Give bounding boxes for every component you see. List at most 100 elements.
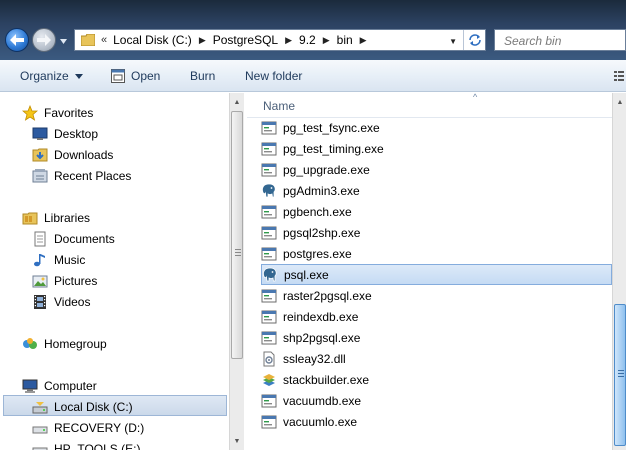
refresh-button[interactable] [463,30,485,50]
exe-icon [261,414,277,430]
breadcrumb-version[interactable]: 9.2 [299,33,316,47]
chevron-right-icon[interactable]: ▶ [323,35,330,46]
new-folder-button[interactable]: New folder [245,69,302,83]
file-name: vacuumlo.exe [283,414,358,429]
file-row[interactable]: pgAdmin3.exe [261,180,612,201]
organize-button[interactable]: Organize [20,69,83,83]
music-note-icon [32,252,48,268]
file-name: raster2pgsql.exe [283,288,372,303]
file-name: pgAdmin3.exe [283,183,360,198]
nav-item-desktop[interactable]: Desktop [32,124,98,144]
nav-item-local-disk[interactable]: Local Disk (C:) [32,397,133,417]
nav-item-hp-tools[interactable]: HP_TOOLS (E:) [32,439,140,450]
file-row[interactable]: raster2pgsql.exe [261,285,612,306]
address-bar[interactable]: « Local Disk (C:) ▶ PostgreSQL ▶ 9.2 ▶ b… [74,29,486,51]
chevron-right-icon[interactable]: ▶ [285,35,292,46]
burn-button[interactable]: Burn [190,69,215,83]
nav-item-homegroup[interactable]: Homegroup [22,334,107,354]
nav-item-music[interactable]: Music [32,250,85,270]
grip-icon [618,370,624,378]
nav-item-recovery[interactable]: RECOVERY (D:) [32,418,144,438]
burn-label: Burn [190,69,216,83]
file-row[interactable]: postgres.exe [261,243,612,264]
forward-button[interactable] [32,28,56,52]
arrow-left-icon [10,34,24,46]
title-bar: « Local Disk (C:) ▶ PostgreSQL ▶ 9.2 ▶ b… [0,0,626,60]
navigation-scrollbar[interactable]: ▲ ▼ [229,93,244,450]
file-row[interactable]: vacuumdb.exe [261,390,612,411]
sort-ascending-icon: ^ [473,93,478,102]
pictures-icon [32,273,48,289]
exe-icon [261,204,277,220]
search-box[interactable]: Search bin [494,29,626,51]
file-row[interactable]: pgbench.exe [261,201,612,222]
back-button[interactable] [5,28,29,52]
file-name: stackbuilder.exe [283,372,370,387]
navigation-pane: Favorites Desktop Downloads Recent Place… [0,93,230,450]
file-row[interactable]: psql.exe [261,264,612,285]
recent-places-icon [32,168,48,184]
nav-item-computer[interactable]: Computer [22,376,97,396]
scroll-up-arrow-icon[interactable]: ▲ [230,95,244,109]
file-name: pg_upgrade.exe [283,162,370,177]
dll-icon [261,351,277,367]
file-row[interactable]: reindexdb.exe [261,306,612,327]
drive-icon [32,441,48,450]
scroll-up-arrow-icon[interactable]: ▲ [613,95,626,109]
nav-item-downloads[interactable]: Downloads [32,145,113,165]
film-strip-icon [32,294,48,310]
column-header-name[interactable]: Name [263,99,295,113]
exe-icon [261,288,277,304]
file-list: ^ Name pg_test_fsync.exe pg_test_timing.e… [247,93,612,450]
breadcrumb-local-disk[interactable]: Local Disk (C:) [113,33,192,47]
search-input[interactable]: Search bin [504,34,561,48]
chevron-right-icon[interactable]: ▶ [360,35,367,46]
nav-item-libraries[interactable]: Libraries [22,208,90,228]
file-row[interactable]: shp2pgsql.exe [261,327,612,348]
arrow-right-icon [37,34,51,46]
open-label: Open [131,69,161,83]
organize-label: Organize [20,69,69,83]
recent-pages-dropdown[interactable] [59,37,67,45]
address-dropdown[interactable]: ▼ [449,37,457,46]
breadcrumb-overflow[interactable]: « [101,34,107,46]
file-row[interactable]: vacuumlo.exe [261,411,612,432]
breadcrumb-postgresql[interactable]: PostgreSQL [213,33,278,47]
nav-item-recent-places[interactable]: Recent Places [32,166,131,186]
file-name: shp2pgsql.exe [283,330,361,345]
file-name: pgbench.exe [283,204,352,219]
file-name: reindexdb.exe [283,309,359,324]
file-row[interactable]: pg_upgrade.exe [261,159,612,180]
scroll-down-arrow-icon[interactable]: ▼ [230,434,244,448]
star-icon [21,104,39,121]
desktop-icon [32,126,48,142]
file-row[interactable]: pgsql2shp.exe [261,222,612,243]
exe-icon [261,162,277,178]
documents-icon [32,231,48,247]
open-button[interactable]: Open [111,69,160,83]
breadcrumb-bin[interactable]: bin [337,33,353,47]
chevron-right-icon[interactable]: ▶ [199,35,206,46]
file-row[interactable]: pg_test_timing.exe [261,138,612,159]
nav-item-videos[interactable]: Videos [32,292,90,312]
file-list-scrollbar[interactable]: ▲ [612,93,626,450]
scrollbar-thumb[interactable] [614,304,626,446]
file-row[interactable]: ssleay32.dll [261,348,612,369]
file-name: pgsql2shp.exe [283,225,361,240]
nav-item-favorites[interactable]: Favorites [21,103,93,123]
file-row[interactable]: pg_test_fsync.exe [261,117,612,138]
change-view-button[interactable] [614,70,624,82]
grip-icon [235,249,241,257]
nav-item-pictures[interactable]: Pictures [32,271,97,291]
nav-item-documents[interactable]: Documents [32,229,115,249]
folder-icon [81,34,95,46]
exe-icon [261,330,277,346]
view-options-icon [614,71,624,81]
file-row[interactable]: stackbuilder.exe [261,369,612,390]
scrollbar-thumb[interactable] [231,111,243,359]
file-name: ssleay32.dll [283,351,346,366]
exe-icon [261,246,277,262]
command-bar: Organize Open Burn New folder [0,60,626,92]
chevron-down-icon [74,73,83,79]
drive-icon [32,420,48,436]
